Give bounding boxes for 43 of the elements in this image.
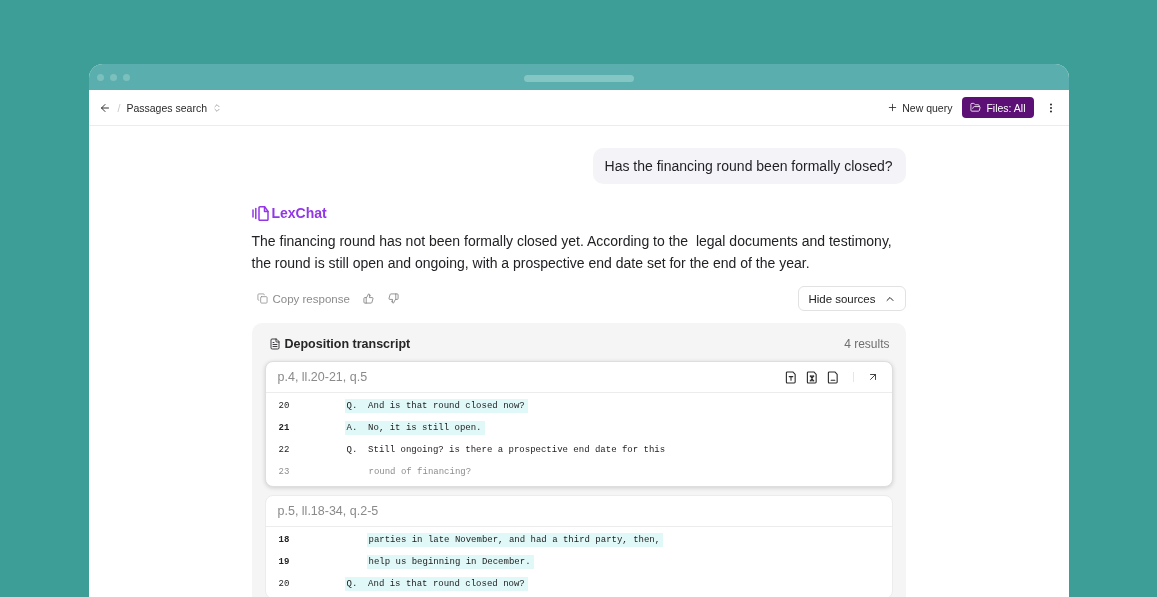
back-arrow-icon (99, 101, 111, 114)
passage-reference: p.4, ll.20-21, q.5 (277, 370, 368, 384)
line-number: 19 (277, 557, 291, 567)
new-query-button[interactable]: New query (887, 101, 953, 114)
window-control-dot[interactable] (122, 73, 130, 81)
file-hourglass-icon[interactable] (805, 370, 819, 384)
chevrons-up-down-icon (211, 102, 222, 113)
thumbs-up-button[interactable] (361, 292, 375, 305)
line-number: 20 (277, 579, 291, 589)
copy-icon (256, 293, 268, 304)
breadcrumb-separator: / (117, 101, 121, 114)
plus-icon (887, 102, 899, 113)
line-number: 22 (277, 445, 291, 455)
passage-card[interactable]: p.4, ll.20-21, q.5 20 Q. And is that round closed now? 21 A. No, it is still open. 22 Q. Still ongoing? is there a prospective end date for this 23 round of financing? (264, 361, 893, 487)
line-number: 21 (277, 423, 291, 433)
page-switcher-button[interactable]: Passages search (126, 101, 222, 114)
folder-icon (970, 102, 982, 113)
copy-response-button[interactable]: Copy response (256, 292, 350, 305)
transcript-line: Q. Still ongoing? is there a prospective end date for this (345, 444, 667, 457)
thumbs-down-button[interactable] (386, 292, 400, 305)
back-button[interactable] (98, 101, 112, 114)
line-number: 18 (277, 535, 291, 545)
passage-card[interactable]: p.5, ll.18-34, q.2-5 18 parties in late November, and had a third party, then, 19 help us beginning in December. 20 Q. And is that round closed now? (264, 495, 893, 597)
file-type-icon[interactable] (784, 370, 798, 384)
assistant-name: LexChat (271, 205, 327, 221)
logo-icon (251, 205, 269, 221)
transcript-line: round of financing? (367, 466, 473, 479)
source-title: Deposition transcript (284, 336, 411, 351)
question-bubble: Has the financing round been formally closed? (592, 148, 906, 184)
window-control-dot[interactable] (96, 73, 104, 81)
files-button[interactable]: Files: All (962, 97, 1034, 118)
line-number: 23 (277, 467, 291, 477)
document-icon (268, 337, 281, 350)
passage-reference: p.5, ll.18-34, q.2-5 (277, 504, 379, 518)
file-minus-icon[interactable] (826, 370, 840, 384)
hide-sources-button[interactable]: Hide sources (798, 286, 906, 311)
window-control-dot[interactable] (109, 73, 117, 81)
arrow-up-right-icon (867, 371, 879, 383)
line-number: 20 (277, 401, 291, 411)
thumbs-up-icon (362, 293, 374, 304)
results-count: 4 results (844, 336, 890, 351)
answer-text: The financing round has not been formally closed yet. According to the legal documents and testimony, the round is still open and ongoing, with a prospective end date set for the end of the year. (251, 232, 893, 273)
thumbs-down-icon (387, 293, 399, 304)
